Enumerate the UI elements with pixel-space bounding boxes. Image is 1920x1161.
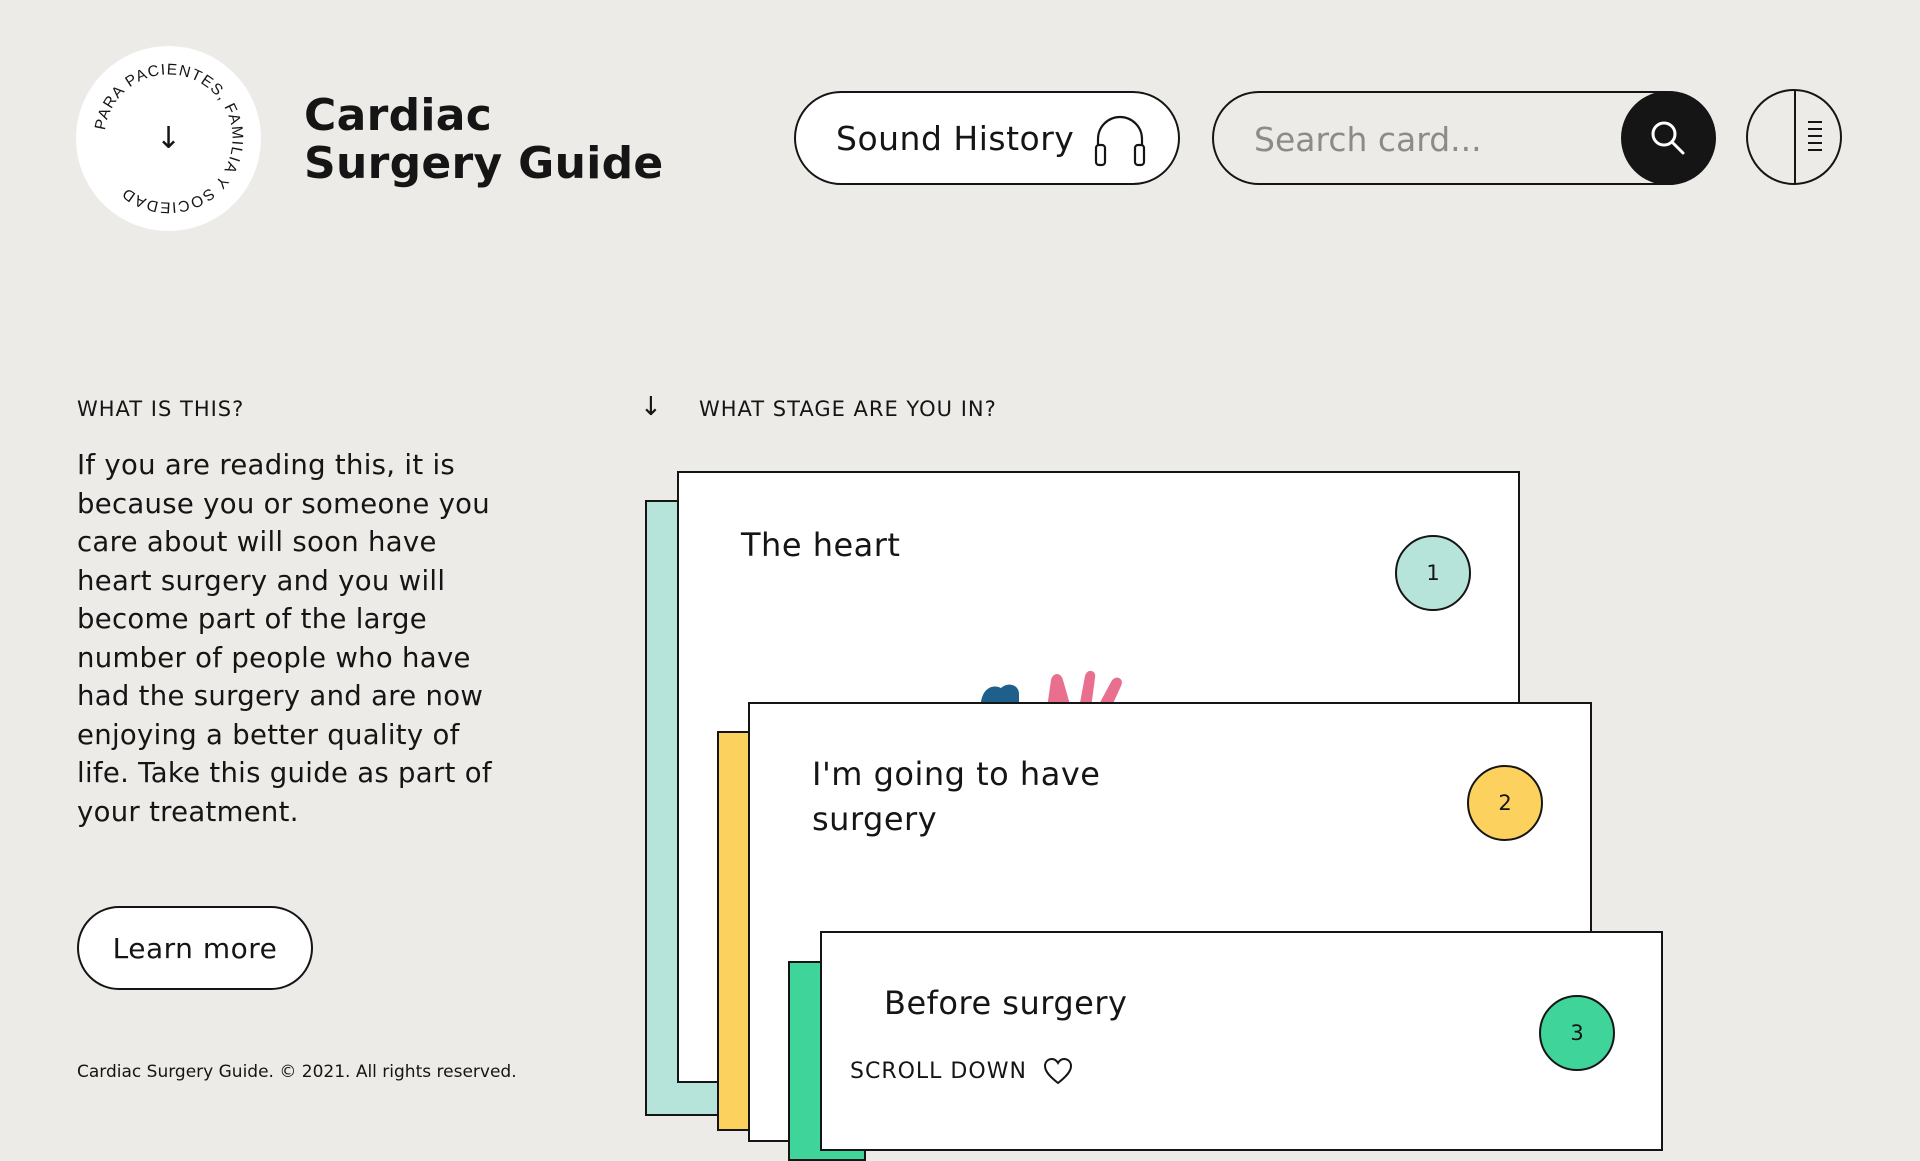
arrow-down-icon: ↓	[155, 120, 182, 156]
card-1-number: 1	[1395, 535, 1471, 611]
site-title-line1: Cardiac	[304, 90, 493, 141]
scroll-down-label: SCROLL DOWN	[850, 1058, 1027, 1084]
intro-text: If you are reading this, it is because y…	[77, 449, 492, 828]
scroll-down-hint[interactable]: SCROLL DOWN	[850, 1057, 1073, 1085]
logo-badge[interactable]: PARA PACIENTES, FAMILIA Y SOCIEDAD ↓	[76, 46, 261, 231]
sound-history-label: Sound History	[836, 118, 1075, 158]
stage-card-3[interactable]: Before surgery 3 SCROLL DOWN	[820, 931, 1663, 1151]
arrow-down-icon: ↓	[640, 392, 662, 422]
site-title[interactable]: Cardiac Surgery Guide	[304, 92, 664, 188]
card-2-number: 2	[1467, 765, 1543, 841]
sound-history-button[interactable]: Sound History	[794, 91, 1180, 185]
search-icon	[1651, 121, 1685, 155]
menu-divider	[1794, 91, 1796, 183]
what-stage-label: WHAT STAGE ARE YOU IN?	[699, 397, 997, 421]
menu-lines-icon	[1808, 121, 1822, 156]
what-is-this-label: WHAT IS THIS?	[77, 397, 245, 421]
card-3-title: Before surgery	[884, 984, 1128, 1022]
search-button[interactable]	[1621, 91, 1715, 185]
footer-copyright: Cardiac Surgery Guide. © 2021. All right…	[77, 1062, 517, 1082]
heart-outline-icon[interactable]	[1043, 1057, 1073, 1085]
headphones-icon	[1094, 115, 1146, 167]
search-input[interactable]	[1252, 111, 1596, 167]
learn-more-button[interactable]: Learn more	[77, 906, 313, 990]
menu-button[interactable]	[1746, 89, 1842, 185]
site-title-line2: Surgery Guide	[304, 138, 664, 189]
card-1-title: The heart	[741, 526, 901, 564]
card-2-title: I'm going to have surgery	[812, 755, 1101, 838]
card-3-number: 3	[1539, 995, 1615, 1071]
